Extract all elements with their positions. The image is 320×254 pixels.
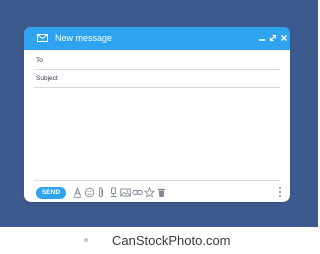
watermark-text: CanStockPhoto.com: [112, 233, 231, 248]
image-icon[interactable]: [120, 187, 131, 198]
close-icon[interactable]: [279, 33, 289, 43]
minimize-icon[interactable]: [257, 33, 267, 43]
attach-icon[interactable]: [96, 187, 107, 198]
message-body[interactable]: [34, 91, 280, 177]
send-button[interactable]: SEND: [36, 187, 66, 199]
mail-icon: [37, 34, 48, 42]
more-options-icon[interactable]: [277, 185, 283, 199]
title-bar: New message: [24, 27, 290, 50]
expand-icon[interactable]: [268, 33, 278, 43]
to-field[interactable]: To: [34, 53, 280, 70]
link-icon[interactable]: [132, 187, 143, 198]
to-label: To: [36, 57, 43, 64]
watermark: CanStockPhoto.com: [0, 227, 318, 254]
subject-input[interactable]: [54, 71, 278, 87]
window-title: New message: [55, 33, 113, 43]
font-icon[interactable]: [72, 187, 83, 198]
subject-field[interactable]: Subject: [34, 71, 280, 88]
compose-window: New message To Subject SEND: [24, 27, 290, 202]
star-icon[interactable]: [144, 187, 155, 198]
to-input[interactable]: [54, 53, 278, 69]
watermark-logo: [84, 238, 88, 242]
toolbar-divider: [34, 180, 280, 181]
drive-icon[interactable]: [108, 187, 119, 198]
emoji-icon[interactable]: [84, 187, 95, 198]
trash-icon[interactable]: [156, 187, 167, 198]
